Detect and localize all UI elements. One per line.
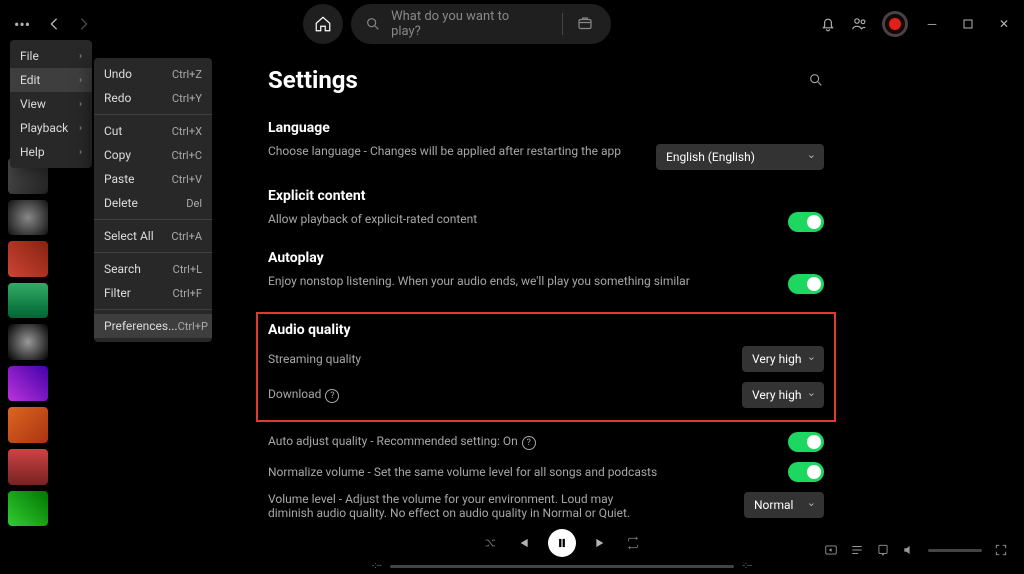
download-quality-select[interactable]: Very high xyxy=(742,382,824,408)
library-item[interactable] xyxy=(8,407,48,443)
time-total: -:-- xyxy=(742,561,752,571)
search-icon xyxy=(365,16,381,32)
streaming-quality-label: Streaming quality xyxy=(268,352,361,366)
now-playing-view-icon[interactable] xyxy=(824,543,838,557)
library-item[interactable] xyxy=(8,366,48,402)
fullscreen-icon[interactable] xyxy=(994,543,1008,557)
autoplay-toggle[interactable] xyxy=(788,274,824,294)
explicit-desc: Allow playback of explicit-rated content xyxy=(268,212,768,226)
language-heading: Language xyxy=(268,120,824,136)
library-item[interactable] xyxy=(8,283,48,319)
streaming-quality-select[interactable]: Very high xyxy=(742,346,824,372)
avatar[interactable] xyxy=(882,11,908,37)
search-placeholder: What do you want to play? xyxy=(391,9,542,39)
friends-icon[interactable] xyxy=(850,14,870,34)
menu-item-file[interactable]: File› xyxy=(10,44,92,68)
explicit-toggle[interactable] xyxy=(788,212,824,232)
volume-slider[interactable] xyxy=(928,549,982,552)
connect-device-icon[interactable] xyxy=(876,543,890,557)
audio-quality-highlight: Audio quality Streaming quality Very hig… xyxy=(256,312,836,422)
notifications-icon[interactable] xyxy=(818,14,838,34)
maximize-button[interactable] xyxy=(956,19,980,29)
repeat-button[interactable] xyxy=(626,536,640,550)
edit-submenu: UndoCtrl+Z RedoCtrl+Y CutCtrl+X CopyCtrl… xyxy=(94,58,212,342)
volume-level-label: Volume level - Adjust the volume for you… xyxy=(268,492,638,520)
menu-cut[interactable]: CutCtrl+X xyxy=(94,119,212,143)
normalize-toggle[interactable] xyxy=(788,462,824,482)
previous-button[interactable] xyxy=(516,536,530,550)
search-input[interactable]: What do you want to play? xyxy=(351,4,611,44)
page-title: Settings xyxy=(268,66,358,94)
menu-select-all[interactable]: Select AllCtrl+A xyxy=(94,224,212,248)
top-bar: ••• What do you want to play? ─ ✕ xyxy=(0,0,1024,48)
normalize-label: Normalize volume - Set the same volume l… xyxy=(268,465,657,479)
autoadjust-toggle[interactable] xyxy=(788,432,824,452)
menu-item-edit[interactable]: Edit› xyxy=(10,68,92,92)
nav-back-button[interactable] xyxy=(42,12,66,36)
language-desc: Choose language - Changes will be applie… xyxy=(268,144,636,158)
close-button[interactable]: ✕ xyxy=(992,17,1016,31)
time-elapsed: -:-- xyxy=(372,561,382,571)
shuffle-button[interactable] xyxy=(484,536,498,550)
audio-heading: Audio quality xyxy=(268,322,824,338)
download-quality-label: Download xyxy=(268,387,321,401)
menu-delete[interactable]: DeleteDel xyxy=(94,191,212,215)
autoadjust-label: Auto adjust quality - Recommended settin… xyxy=(268,434,518,448)
library-item[interactable] xyxy=(8,491,48,527)
divider xyxy=(562,13,563,35)
progress-bar[interactable] xyxy=(390,565,735,568)
app-menu-button[interactable]: ••• xyxy=(8,15,36,34)
library-item[interactable] xyxy=(8,324,48,360)
menu-redo[interactable]: RedoCtrl+Y xyxy=(94,86,212,110)
library-item[interactable] xyxy=(8,449,48,485)
autoplay-heading: Autoplay xyxy=(268,250,824,266)
menu-item-help[interactable]: Help› xyxy=(10,140,92,164)
home-button[interactable] xyxy=(303,4,343,44)
library-item[interactable] xyxy=(8,241,48,277)
menu-preferences[interactable]: Preferences...Ctrl+P xyxy=(94,314,212,338)
library-item[interactable] xyxy=(8,200,48,236)
player-bar: -:-- -:-- xyxy=(0,526,1024,574)
menu-search[interactable]: SearchCtrl+L xyxy=(94,257,212,281)
info-icon[interactable]: ? xyxy=(522,436,536,450)
menu-item-playback[interactable]: Playback› xyxy=(10,116,92,140)
volume-icon[interactable] xyxy=(902,543,916,557)
play-button[interactable] xyxy=(548,529,576,557)
settings-search-icon[interactable] xyxy=(808,72,824,88)
language-select[interactable]: English (English) xyxy=(656,144,824,170)
menu-undo[interactable]: UndoCtrl+Z xyxy=(94,62,212,86)
menu-copy[interactable]: CopyCtrl+C xyxy=(94,143,212,167)
autoplay-desc: Enjoy nonstop listening. When your audio… xyxy=(268,274,768,288)
browse-button[interactable] xyxy=(573,12,597,36)
queue-icon[interactable] xyxy=(850,543,864,557)
explicit-heading: Explicit content xyxy=(268,188,824,204)
next-button[interactable] xyxy=(594,536,608,550)
menu-item-view[interactable]: View› xyxy=(10,92,92,116)
nav-forward-button[interactable] xyxy=(72,12,96,36)
main-menu-dropdown: File› Edit› View› Playback› Help› xyxy=(10,40,92,168)
minimize-button[interactable]: ─ xyxy=(920,17,944,31)
volume-level-select[interactable]: Normal xyxy=(744,492,824,518)
info-icon[interactable]: ? xyxy=(325,389,339,403)
menu-paste[interactable]: PasteCtrl+V xyxy=(94,167,212,191)
menu-filter[interactable]: FilterCtrl+F xyxy=(94,281,212,305)
